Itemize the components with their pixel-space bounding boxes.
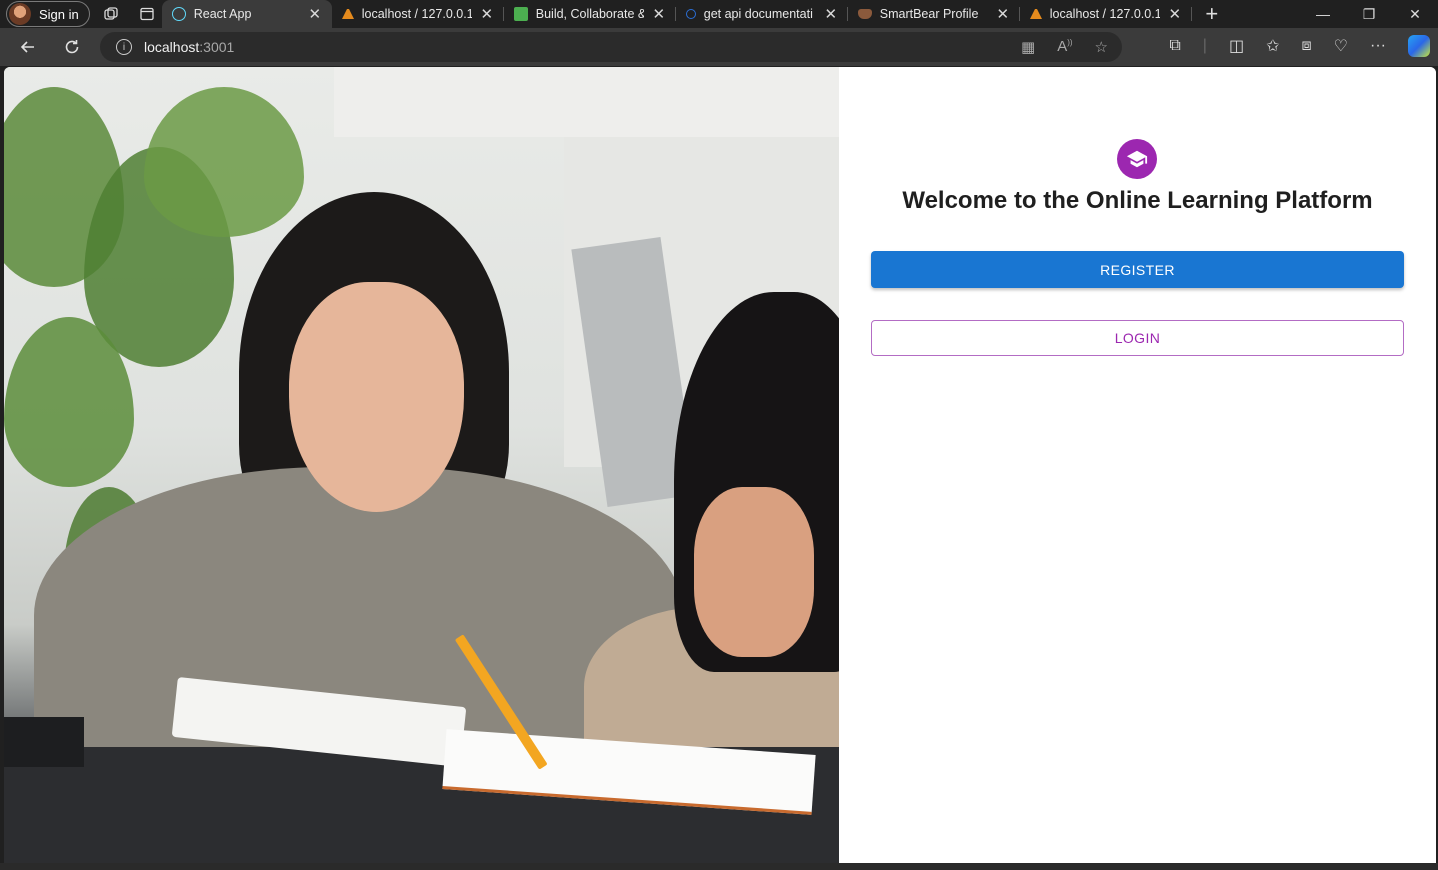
collections-icon[interactable]: ⧈ xyxy=(1301,37,1311,55)
auth-panel: Welcome to the Online Learning Platform … xyxy=(839,67,1436,863)
page-viewport: Welcome to the Online Learning Platform … xyxy=(4,67,1436,863)
tab-localhost-1[interactable]: localhost / 127.0.0.1 ✕ xyxy=(332,0,504,28)
tab-title: localhost / 127.0.0.1 xyxy=(361,7,472,21)
workspaces-icon[interactable] xyxy=(96,0,126,28)
window-controls: — ❐ ✕ xyxy=(1300,6,1438,23)
smartbear-icon xyxy=(857,9,872,19)
close-icon[interactable]: ✕ xyxy=(996,5,1010,23)
copilot-icon[interactable] xyxy=(1408,35,1430,57)
read-aloud-icon[interactable]: A)) xyxy=(1057,38,1072,56)
address-url: localhost:3001 xyxy=(144,39,235,55)
login-button[interactable]: LOGIN xyxy=(871,320,1404,356)
more-options-icon[interactable]: ··· xyxy=(1370,37,1386,55)
close-icon[interactable]: ✕ xyxy=(480,5,494,23)
address-bar[interactable]: i localhost:3001 ▦ A)) ☆ xyxy=(100,32,1122,62)
extensions-icon[interactable]: ⧉ xyxy=(1169,37,1180,55)
build-icon xyxy=(513,7,528,21)
tab-title: Build, Collaborate & xyxy=(535,7,644,21)
back-icon[interactable] xyxy=(8,31,48,63)
search-icon xyxy=(685,9,696,19)
browser-essentials-icon[interactable]: ♡ xyxy=(1334,36,1348,56)
favorite-star-icon[interactable]: ☆ xyxy=(1095,38,1108,56)
close-icon[interactable]: ✕ xyxy=(1168,5,1182,23)
minimize-icon[interactable]: — xyxy=(1300,6,1346,23)
restore-icon[interactable]: ❐ xyxy=(1346,6,1392,23)
split-screen-icon[interactable]: ◫ xyxy=(1229,36,1244,56)
phpmyadmin-icon xyxy=(341,9,354,19)
tab-strip: Sign in React App ✕ localhost / 127.0.0.… xyxy=(0,0,1438,28)
favorites-icon[interactable]: ✩ xyxy=(1266,36,1279,56)
tab-react-app[interactable]: React App ✕ xyxy=(161,0,332,28)
tab-smartbear[interactable]: SmartBear Profile ✕ xyxy=(848,0,1020,28)
close-icon[interactable]: ✕ xyxy=(308,5,322,23)
toolbar-actions: ⧉ | ◫ ✩ ⧈ ♡ ··· xyxy=(1169,35,1430,57)
profile-label: Sign in xyxy=(39,6,79,22)
tab-actions-icon[interactable] xyxy=(132,0,162,28)
react-icon xyxy=(171,7,186,21)
school-icon xyxy=(1117,139,1157,179)
new-tab-icon[interactable]: + xyxy=(1192,1,1232,27)
tab-title: localhost / 127.0.0.1 xyxy=(1049,7,1160,21)
register-button[interactable]: REGISTER xyxy=(871,251,1404,288)
profile-button[interactable]: Sign in xyxy=(6,1,90,27)
window-close-icon[interactable]: ✕ xyxy=(1392,6,1438,23)
taskbar-edge xyxy=(0,863,1438,870)
phpmyadmin-icon xyxy=(1029,9,1042,19)
tab-title: get api documentati xyxy=(703,7,813,21)
avatar xyxy=(9,3,31,25)
tab-api-docs[interactable]: get api documentati ✕ xyxy=(676,0,848,28)
site-info-icon[interactable]: i xyxy=(116,39,132,55)
tab-localhost-2[interactable]: localhost / 127.0.0.1 ✕ xyxy=(1020,0,1192,28)
refresh-icon[interactable] xyxy=(52,31,92,63)
close-icon[interactable]: ✕ xyxy=(824,5,838,23)
tab-title: SmartBear Profile xyxy=(879,7,979,21)
hero-photo xyxy=(4,67,839,863)
tab-title: React App xyxy=(193,7,252,21)
close-icon[interactable]: ✕ xyxy=(652,5,666,23)
tab-build-collaborate[interactable]: Build, Collaborate & ✕ xyxy=(504,0,676,28)
welcome-title: Welcome to the Online Learning Platform xyxy=(902,187,1373,214)
browser-toolbar: i localhost:3001 ▦ A)) ☆ ⧉ | ◫ ✩ ⧈ ♡ ··· xyxy=(0,28,1438,66)
app-available-icon[interactable]: ▦ xyxy=(1021,38,1035,56)
